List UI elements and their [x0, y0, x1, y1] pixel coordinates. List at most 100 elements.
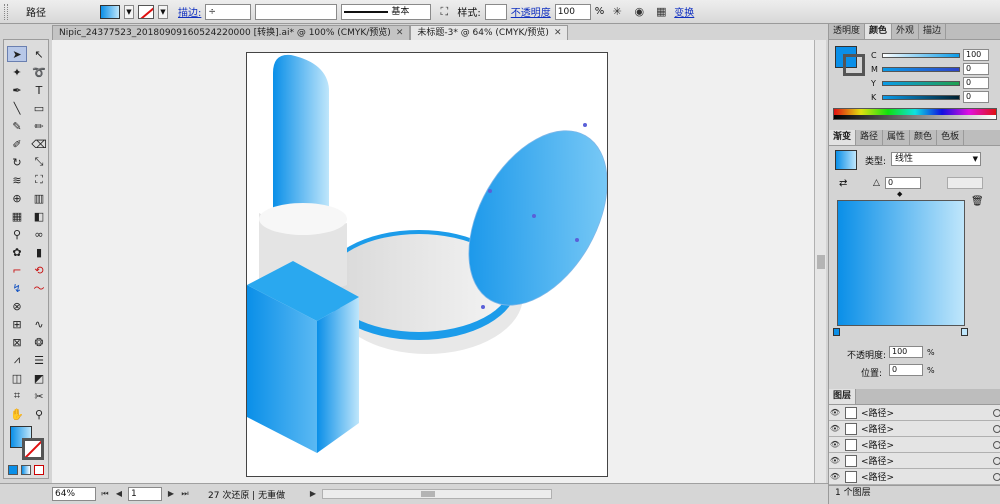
selection-tool-icon[interactable]: ➤	[7, 46, 27, 62]
color-stroke-swatch[interactable]	[843, 54, 865, 76]
target-icon[interactable]	[993, 456, 1000, 465]
line-tool-icon[interactable]: ╲	[7, 100, 27, 116]
midpoint-marker-icon[interactable]: ◆	[897, 190, 902, 198]
vertical-scroll-thumb[interactable]	[817, 255, 825, 269]
artboard[interactable]	[246, 52, 608, 477]
status-menu-icon[interactable]: ▶	[308, 488, 318, 500]
eye-icon[interactable]: 👁	[829, 456, 841, 465]
case-right-face[interactable]	[317, 297, 359, 453]
warp-tool-icon[interactable]: ≋	[7, 172, 27, 188]
target-icon[interactable]	[993, 408, 1000, 417]
brush-field[interactable]: 基本	[341, 3, 432, 20]
channel-y-slider[interactable]	[882, 80, 960, 86]
eye-icon[interactable]: 👁	[829, 440, 841, 449]
tab-color[interactable]: 颜色	[865, 24, 893, 39]
collar-top[interactable]	[259, 203, 347, 235]
knife-tool-icon[interactable]: ✂	[29, 388, 49, 404]
angle-field[interactable]: 0	[885, 177, 921, 189]
eye-icon[interactable]: 👁	[829, 472, 841, 481]
tab-stroke[interactable]: 描边	[919, 24, 947, 39]
type-tool-icon[interactable]: T	[29, 82, 49, 98]
reverse-gradient-icon[interactable]: ⇄	[839, 178, 847, 189]
doc-tab-2[interactable]: 未标题-3* @ 64% (CMYK/预览) ✕	[410, 25, 569, 40]
tab-layers[interactable]: 图层	[829, 389, 857, 404]
chart-tool-icon[interactable]: ⊠	[7, 334, 27, 350]
channel-c-value[interactable]: 100	[963, 49, 989, 61]
live-paint-tool-icon[interactable]: ◫	[7, 370, 27, 386]
crop-tool-icon[interactable]: ⌗	[7, 388, 27, 404]
column-graph-tool-icon[interactable]: ▮	[29, 244, 49, 260]
anchor-point[interactable]	[583, 123, 587, 127]
channel-y-value[interactable]: 0	[963, 77, 989, 89]
pen-tool-icon[interactable]: ✒	[7, 82, 27, 98]
fill-stroke-control[interactable]	[10, 426, 46, 462]
twirl-tool-icon[interactable]: ❂	[29, 334, 49, 350]
target-icon[interactable]	[993, 424, 1000, 433]
color-spectrum[interactable]	[833, 108, 997, 120]
first-page-icon[interactable]: ⏮	[100, 488, 110, 500]
none-mode-icon[interactable]	[34, 465, 44, 475]
width-tool-icon[interactable]: ↯	[7, 280, 27, 296]
close-icon[interactable]: ✕	[396, 26, 404, 40]
next-page-icon[interactable]: ▶	[166, 488, 176, 500]
target-icon[interactable]	[993, 472, 1000, 481]
graphic-style-icon[interactable]: ⛶	[435, 3, 453, 21]
gradient-ramp[interactable]	[837, 200, 965, 326]
align-icon[interactable]: ▦	[652, 3, 670, 21]
prev-page-icon[interactable]: ◀	[114, 488, 124, 500]
anchor-point[interactable]	[575, 238, 579, 242]
bracket-tool-icon[interactable]: ⊞	[7, 316, 27, 332]
stroke-link[interactable]: 描边:	[178, 4, 201, 19]
rectangle-tool-icon[interactable]: ▭	[29, 100, 49, 116]
scale-tool-icon[interactable]: ⤡	[29, 154, 49, 170]
fill-dropdown-icon[interactable]: ▼	[124, 4, 134, 19]
bar-grip[interactable]	[4, 3, 8, 20]
opacity-link[interactable]: 不透明度	[511, 4, 551, 19]
shape-builder-tool-icon[interactable]: ⊕	[7, 190, 27, 206]
anchor-point[interactable]	[488, 189, 492, 193]
gradient-type-select[interactable]: 线性 ▼	[891, 152, 981, 166]
channel-c-slider[interactable]	[882, 52, 960, 58]
eye-icon[interactable]: 👁	[829, 424, 841, 433]
symbol-sprayer-tool-icon[interactable]: ✿	[7, 244, 27, 260]
eye-icon[interactable]: 👁	[829, 408, 841, 417]
canvas-workspace[interactable]	[52, 40, 814, 483]
list-tool-icon[interactable]: ☰	[29, 352, 49, 368]
gradient-stop-left[interactable]	[833, 328, 840, 336]
tab-appearance[interactable]: 外观	[892, 24, 920, 39]
slice-tool-icon[interactable]: ⟲	[29, 262, 49, 278]
hand-tool-icon[interactable]: ✋	[7, 406, 27, 422]
tab-color-2[interactable]: 颜色	[910, 130, 938, 145]
live-paint-select-tool-icon[interactable]: ◩	[29, 370, 49, 386]
trash-icon[interactable]: 🗑	[971, 196, 984, 207]
gradient-stop-right[interactable]	[961, 328, 968, 336]
doc-tab-1[interactable]: Nipic_24377523_20180909160524220000 [转换]…	[52, 25, 411, 40]
artboard-tool-icon[interactable]: ⌐	[7, 262, 27, 278]
tab-gradient[interactable]: 渐变	[829, 130, 857, 145]
variable-width-field[interactable]	[255, 3, 338, 20]
eraser-tool-icon[interactable]: ⌫	[29, 136, 49, 152]
blend-tool-icon[interactable]: ∞	[29, 226, 49, 242]
perspective-grid-tool-icon[interactable]: ▥	[29, 190, 49, 206]
tab-attributes[interactable]: 属性	[883, 130, 911, 145]
center-point[interactable]	[532, 214, 536, 218]
stop-opacity-field[interactable]: 100	[889, 346, 923, 358]
channel-k-slider[interactable]	[882, 94, 960, 100]
layer-row[interactable]: 👁 <路径>	[829, 453, 1000, 469]
color-mode-icon[interactable]	[8, 465, 18, 475]
blob-brush-tool-icon[interactable]: ✐	[7, 136, 27, 152]
close-icon[interactable]: ✕	[554, 26, 562, 40]
free-transform-tool-icon[interactable]: ⛶	[29, 172, 49, 188]
transform-link[interactable]: 变换	[674, 4, 694, 19]
layer-row[interactable]: 👁 <路径>	[829, 469, 1000, 485]
pencil-tool-icon[interactable]: ✏	[29, 118, 49, 134]
tab-swatches[interactable]: 色板	[937, 130, 965, 145]
gradient-tool-icon[interactable]: ◧	[29, 208, 49, 224]
reshape-tool-icon[interactable]: 〜	[29, 280, 49, 296]
channel-m-value[interactable]: 0	[963, 63, 989, 75]
channel-k-value[interactable]: 0	[963, 91, 989, 103]
crop-target-tool-icon[interactable]: ⊗	[7, 298, 27, 314]
lipstick-bullet[interactable]	[273, 54, 329, 225]
isolate-icon[interactable]: ◉	[630, 3, 648, 21]
zigzag-tool-icon[interactable]: ⩘	[7, 352, 27, 368]
